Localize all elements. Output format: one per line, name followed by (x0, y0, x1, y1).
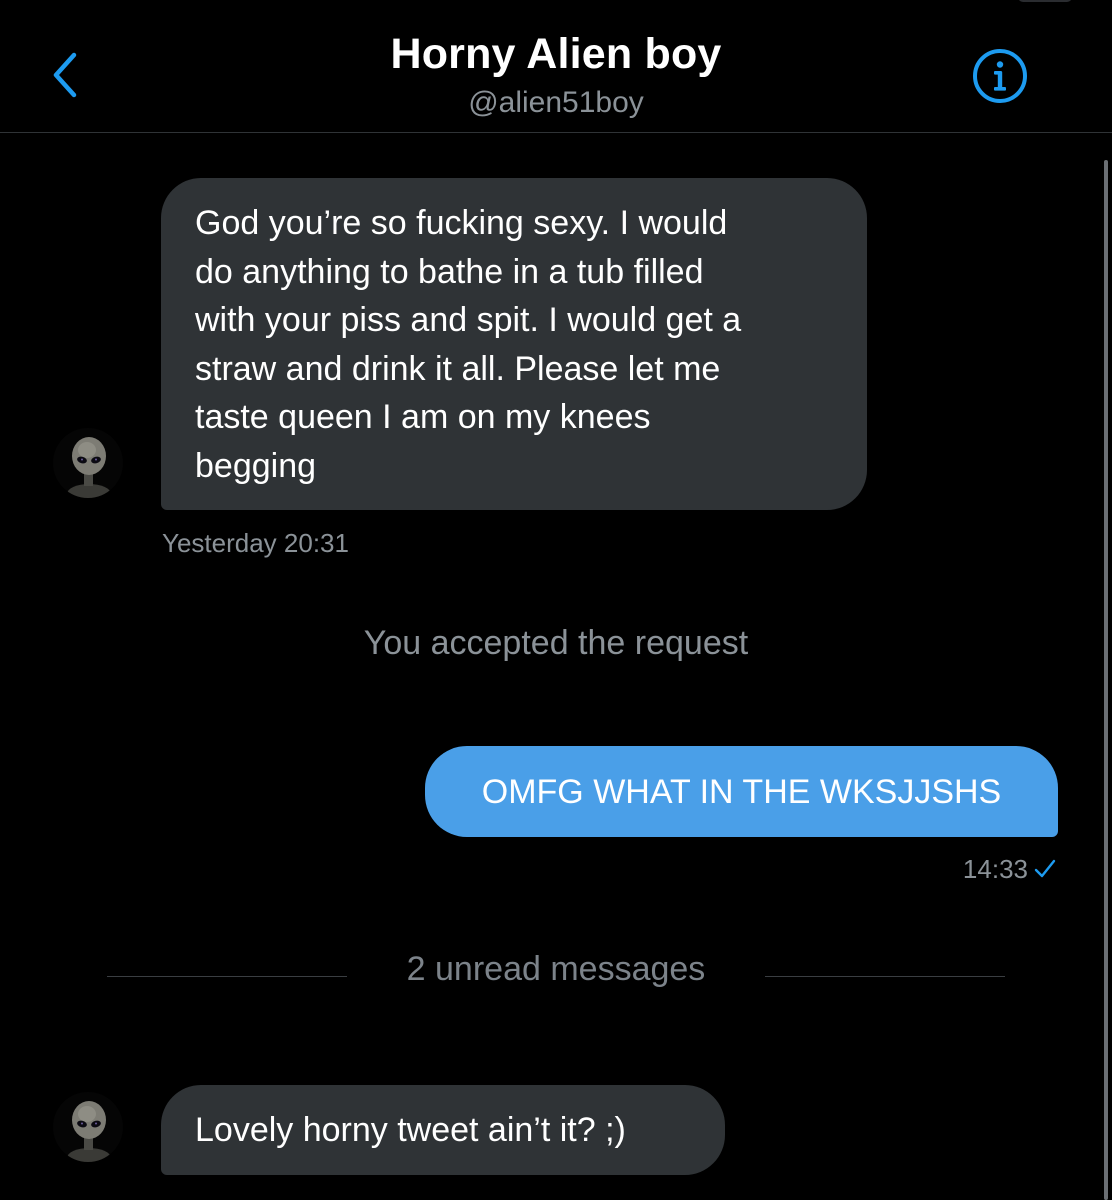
divider-line-right (765, 976, 1005, 977)
info-circle-icon (973, 49, 1027, 103)
info-button[interactable] (972, 48, 1028, 104)
alien-avatar-image (53, 1092, 123, 1162)
message-text: OMFG WHAT IN THE WKSJJSHS (481, 773, 1002, 811)
checkmark-icon (1034, 859, 1056, 878)
conversation-handle[interactable]: @alien51boy (0, 86, 1112, 120)
message-line: begging (195, 446, 317, 485)
scrollbar[interactable] (1104, 160, 1108, 1200)
message-bubble-incoming[interactable]: Lovely horny tweet ain’t it? ;) (161, 1085, 725, 1175)
avatar[interactable] (53, 428, 123, 498)
message-line: God you’re so fucking sexy. I would (195, 204, 728, 242)
message-line: do anything to bathe in a tub filled (195, 252, 704, 291)
message-timestamp: Yesterday 20:31 (162, 528, 349, 558)
request-accepted-notice: You accepted the request (363, 624, 749, 662)
unread-messages-divider: 2 unread messages (406, 950, 706, 988)
avatar[interactable] (53, 1092, 123, 1162)
message-line: straw and drink it all. Please let me (195, 349, 721, 388)
message-bubble-outgoing[interactable]: OMFG WHAT IN THE WKSJJSHS (425, 746, 1058, 837)
conversation-header: Horny Alien boy @alien51boy (0, 0, 1112, 133)
message-text: Lovely horny tweet ain’t it? ;) (195, 1111, 626, 1149)
message-timestamp: 14:33 (962, 854, 1028, 884)
message-bubble-incoming[interactable]: God you’re so fucking sexy. I would do a… (161, 178, 867, 510)
alien-avatar-image (53, 428, 123, 498)
conversation-title[interactable]: Horny Alien boy (0, 30, 1112, 79)
message-line: taste queen I am on my knees (195, 398, 651, 436)
message-line: with your piss and spit. I would get a (195, 301, 742, 339)
